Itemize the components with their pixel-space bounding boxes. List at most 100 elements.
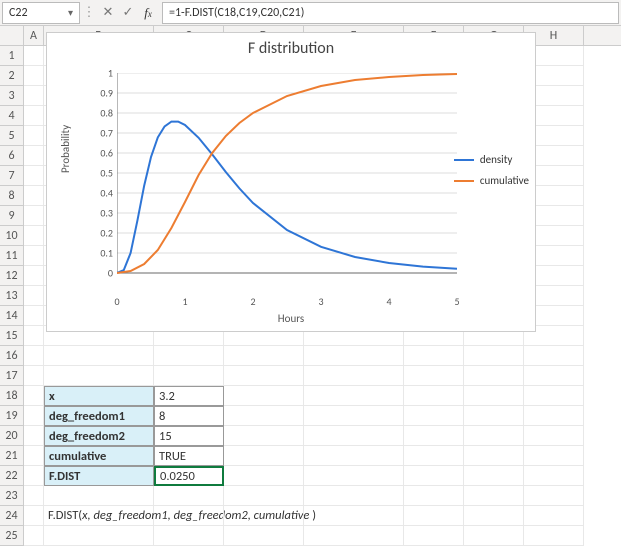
cell[interactable]	[44, 486, 154, 506]
cell[interactable]	[224, 386, 304, 406]
cell[interactable]: 0.0250	[154, 466, 224, 486]
chart[interactable]: F distribution Probability 00.10.20.30.4…	[46, 32, 536, 332]
cell[interactable]	[524, 506, 584, 526]
cell[interactable]	[224, 526, 304, 546]
cell[interactable]	[464, 386, 524, 406]
cell[interactable]: deg_freedom1	[44, 406, 154, 426]
cell[interactable]	[464, 346, 524, 366]
cell[interactable]	[24, 126, 44, 146]
cell[interactable]	[304, 506, 404, 526]
cell[interactable]	[24, 166, 44, 186]
cell[interactable]	[464, 506, 524, 526]
cell[interactable]	[224, 366, 304, 386]
cell[interactable]	[224, 486, 304, 506]
row-header[interactable]: 4	[0, 106, 24, 126]
cell[interactable]	[404, 426, 464, 446]
row-header[interactable]: 3	[0, 86, 24, 106]
cell[interactable]: x	[44, 386, 154, 406]
cell[interactable]	[524, 526, 584, 546]
cell[interactable]	[304, 406, 404, 426]
cell[interactable]	[224, 446, 304, 466]
cell[interactable]	[404, 466, 464, 486]
name-box[interactable]: C22 ▾	[2, 2, 80, 24]
cell[interactable]	[44, 366, 154, 386]
cell[interactable]	[524, 346, 584, 366]
cell[interactable]	[24, 406, 44, 426]
cell[interactable]	[404, 346, 464, 366]
cell[interactable]	[24, 266, 44, 286]
row-header[interactable]: 12	[0, 266, 24, 286]
cell[interactable]: TRUE	[154, 446, 224, 466]
cell[interactable]	[24, 326, 44, 346]
row-header[interactable]: 19	[0, 406, 24, 426]
cell[interactable]	[24, 186, 44, 206]
chevron-down-icon[interactable]: ▾	[68, 6, 73, 19]
cell[interactable]	[24, 226, 44, 246]
cell[interactable]	[404, 386, 464, 406]
cell[interactable]	[404, 506, 464, 526]
cell[interactable]	[464, 406, 524, 426]
cell[interactable]	[24, 346, 44, 366]
row-header[interactable]: 23	[0, 486, 24, 506]
cell[interactable]	[24, 426, 44, 446]
cell[interactable]	[24, 526, 44, 546]
cell[interactable]	[524, 366, 584, 386]
formula-input[interactable]: =1-F.DIST(C18,C19,C20,C21)	[162, 2, 619, 24]
cell[interactable]: 8	[154, 406, 224, 426]
row-header[interactable]: 14	[0, 306, 24, 326]
row-header[interactable]: 13	[0, 286, 24, 306]
cell[interactable]	[464, 426, 524, 446]
cell[interactable]	[24, 206, 44, 226]
cell[interactable]	[154, 486, 224, 506]
row-header[interactable]: 2	[0, 66, 24, 86]
cell[interactable]	[404, 526, 464, 546]
cell[interactable]	[24, 46, 44, 66]
row-header[interactable]: 24	[0, 506, 24, 526]
cell[interactable]: 3.2	[154, 386, 224, 406]
row-header[interactable]: 10	[0, 226, 24, 246]
cell[interactable]	[304, 466, 404, 486]
enter-icon[interactable]: ✓	[118, 5, 138, 20]
cell[interactable]	[224, 346, 304, 366]
cell[interactable]	[304, 386, 404, 406]
cell[interactable]	[304, 486, 404, 506]
cell[interactable]	[24, 366, 44, 386]
cell[interactable]	[524, 446, 584, 466]
cell[interactable]	[524, 466, 584, 486]
select-all-triangle[interactable]	[0, 26, 24, 45]
cell[interactable]	[464, 366, 524, 386]
cell[interactable]	[224, 406, 304, 426]
row-header[interactable]: 1	[0, 46, 24, 66]
cell[interactable]	[404, 486, 464, 506]
cell[interactable]	[224, 506, 304, 526]
cell[interactable]	[524, 386, 584, 406]
fx-icon[interactable]: fx	[138, 5, 158, 21]
cell[interactable]	[404, 406, 464, 426]
cell[interactable]: F.DIST(x, deg_freedom1, deg_freedom2, cu…	[44, 506, 154, 526]
cell[interactable]	[24, 506, 44, 526]
cell[interactable]: cumulative	[44, 446, 154, 466]
cell[interactable]	[304, 366, 404, 386]
cell[interactable]	[524, 406, 584, 426]
cell[interactable]	[304, 526, 404, 546]
cell[interactable]	[404, 446, 464, 466]
cell[interactable]	[154, 506, 224, 526]
row-header[interactable]: 15	[0, 326, 24, 346]
cell[interactable]	[24, 486, 44, 506]
cell[interactable]	[24, 286, 44, 306]
cell[interactable]	[24, 66, 44, 86]
row-header[interactable]: 20	[0, 426, 24, 446]
row-header[interactable]: 25	[0, 526, 24, 546]
cell[interactable]	[44, 346, 154, 366]
cell[interactable]	[524, 486, 584, 506]
row-header[interactable]: 9	[0, 206, 24, 226]
row-header[interactable]: 11	[0, 246, 24, 266]
cell[interactable]	[224, 426, 304, 446]
row-header[interactable]: 16	[0, 346, 24, 366]
cell[interactable]	[224, 466, 304, 486]
row-header[interactable]: 22	[0, 466, 24, 486]
cell[interactable]	[154, 526, 224, 546]
cell[interactable]	[464, 466, 524, 486]
cell[interactable]	[44, 526, 154, 546]
row-header[interactable]: 6	[0, 146, 24, 166]
